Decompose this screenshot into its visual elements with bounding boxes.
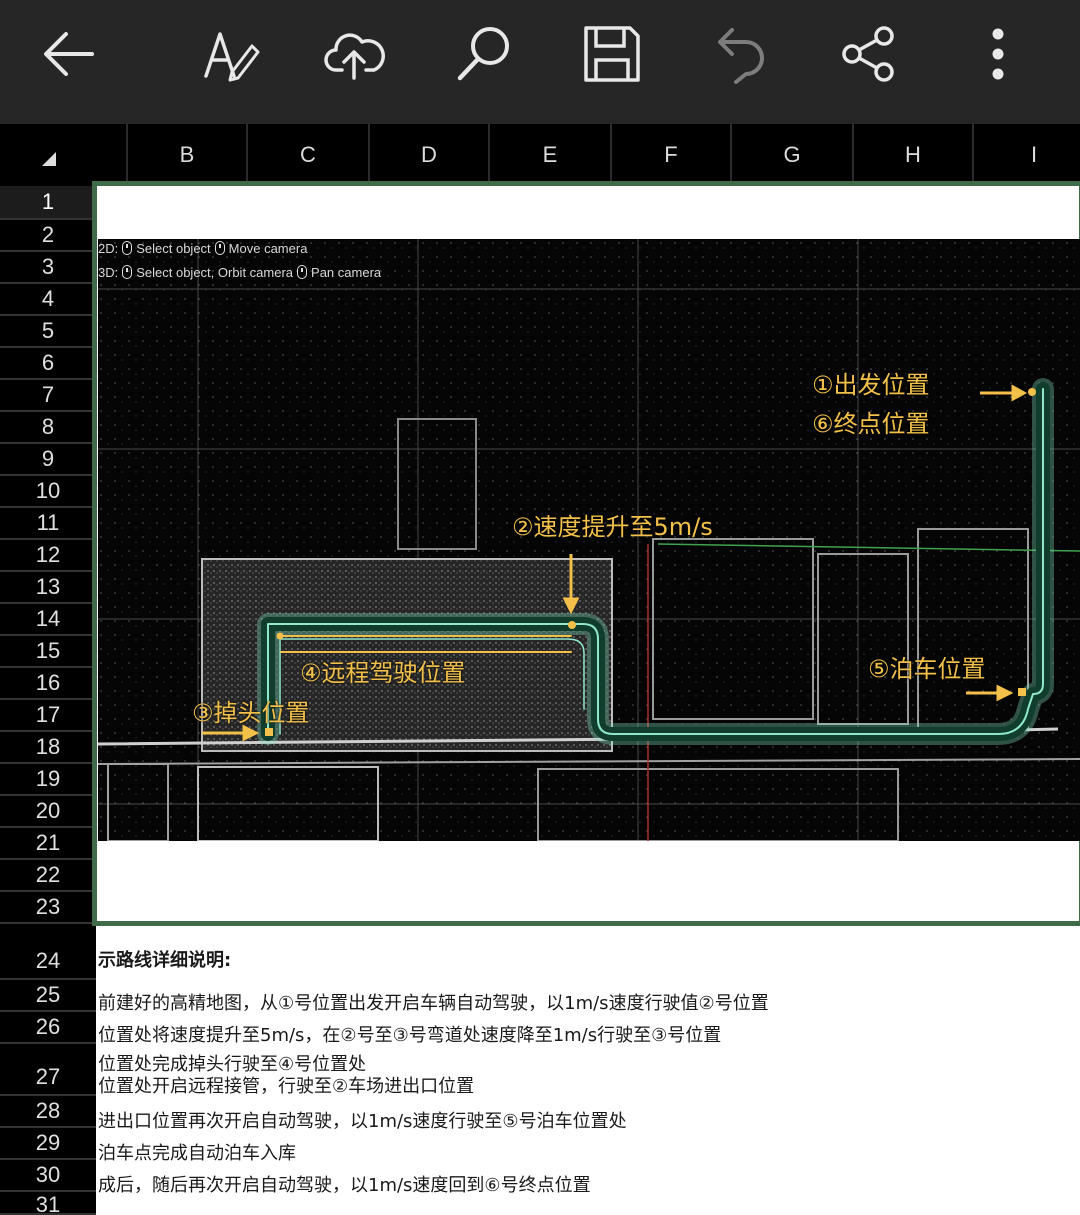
row-header-8[interactable]: 8 <box>0 412 96 444</box>
row-header-3[interactable]: 3 <box>0 252 96 284</box>
column-header-b[interactable]: B <box>126 124 246 186</box>
note-line-4[interactable]: 位置处开启远程接管，行驶至②车场进出口位置 <box>98 1072 474 1098</box>
mouse-left-icon <box>122 265 133 279</box>
save-button[interactable] <box>578 22 646 86</box>
note-line-2[interactable]: 位置处将速度提升至5m/s，在②号至③号弯道处速度降至1m/s行驶至③号位置 <box>98 1021 721 1047</box>
row-header-19[interactable]: 19 <box>0 764 96 796</box>
note-line-5[interactable]: 进出口位置再次开启自动驾驶，以1m/s速度行驶至⑤号泊车位置处 <box>98 1107 627 1133</box>
edit-text-button[interactable] <box>196 22 264 86</box>
row-header-15[interactable]: 15 <box>0 636 96 668</box>
mouse-right-icon <box>297 265 308 279</box>
column-header-d[interactable]: D <box>368 124 488 186</box>
row-header-24[interactable]: 24 <box>0 924 96 980</box>
row-header-12[interactable]: 12 <box>0 540 96 572</box>
label-parking-position: ⑤泊车位置 <box>868 655 986 683</box>
hint-3d: 3D: Select object, Orbit camera Pan camera <box>98 265 381 280</box>
note-line-6[interactable]: 泊车点完成自动泊车入库 <box>98 1139 296 1165</box>
hint-2d-prefix: 2D: <box>98 241 119 256</box>
share-icon <box>842 26 894 82</box>
row-header-17[interactable]: 17 <box>0 700 96 732</box>
notes-heading[interactable]: 示路线详细说明: <box>98 946 231 972</box>
label-speed-up-position: ②速度提升至5m/s <box>512 513 713 541</box>
row-header: 1 2 3 4 5 6 7 8 9 10 11 12 13 14 15 16 1… <box>0 186 96 1215</box>
column-header-e[interactable]: E <box>488 124 610 186</box>
hint-3d-prefix: 3D: <box>98 265 119 280</box>
row-header-4[interactable]: 4 <box>0 284 96 316</box>
row-header-6[interactable]: 6 <box>0 348 96 380</box>
more-vertical-icon <box>992 28 1004 80</box>
column-header-h[interactable]: H <box>852 124 972 186</box>
row-header-5[interactable]: 5 <box>0 316 96 348</box>
hint-3d-pan: Pan camera <box>311 265 382 280</box>
row-header-28[interactable]: 28 <box>0 1096 96 1128</box>
mouse-left-icon <box>122 241 133 255</box>
label-u-turn-position: ③掉头位置 <box>192 699 310 727</box>
cloud-upload-icon <box>324 33 385 80</box>
row-header-11[interactable]: 11 <box>0 508 96 540</box>
row-header-22[interactable]: 22 <box>0 860 96 892</box>
column-header-i[interactable]: I <box>972 124 1080 186</box>
row-header-16[interactable]: 16 <box>0 668 96 700</box>
hint-2d-move: Move camera <box>228 241 308 256</box>
more-button[interactable] <box>964 22 1032 86</box>
arrow-left-icon <box>44 32 94 76</box>
row-header-31[interactable]: 31 <box>0 1192 96 1215</box>
undo-icon <box>718 28 764 84</box>
column-header-f[interactable]: F <box>610 124 730 186</box>
row-header-13[interactable]: 13 <box>0 572 96 604</box>
row-header-25[interactable]: 25 <box>0 980 96 1012</box>
floppy-disk-icon <box>584 26 640 82</box>
share-button[interactable] <box>834 22 902 86</box>
select-all-corner[interactable] <box>0 124 96 186</box>
top-toolbar <box>0 0 1080 124</box>
row-header-27[interactable]: 27 <box>0 1044 96 1096</box>
upload-button[interactable] <box>320 22 388 86</box>
text-pen-icon <box>204 32 260 82</box>
row-header-7[interactable]: 7 <box>0 380 96 412</box>
note-line-7[interactable]: 成后，随后再次开启自动驾驶，以1m/s速度回到⑥号终点位置 <box>98 1171 591 1197</box>
row-header-21[interactable]: 21 <box>0 828 96 860</box>
label-start-position: ①出发位置 <box>812 371 930 399</box>
row-header-10[interactable]: 10 <box>0 476 96 508</box>
note-line-1[interactable]: 前建好的高精地图，从①号位置出发开启车辆自动驾驶，以1m/s速度行驶值②号位置 <box>98 989 769 1015</box>
column-header: B C D E F G H I <box>0 124 1080 186</box>
row-header-20[interactable]: 20 <box>0 796 96 828</box>
row-header-29[interactable]: 29 <box>0 1128 96 1160</box>
row-header-2[interactable]: 2 <box>0 220 96 252</box>
hint-2d: 2D: Select object Move camera <box>98 241 307 256</box>
row-header-23[interactable]: 23 <box>0 892 96 924</box>
column-header-c[interactable]: C <box>246 124 368 186</box>
undo-button[interactable] <box>706 22 774 86</box>
row-header-18[interactable]: 18 <box>0 732 96 764</box>
search-icon <box>457 27 509 81</box>
select-all-triangle-icon <box>42 152 56 166</box>
label-remote-driving-position: ④远程驾驶位置 <box>300 659 466 687</box>
label-end-position: ⑥终点位置 <box>812 410 930 438</box>
mouse-right-icon <box>214 241 225 255</box>
back-button[interactable] <box>34 22 102 86</box>
hint-3d-select: Select object, Orbit camera <box>136 265 294 280</box>
row-header-30[interactable]: 30 <box>0 1160 96 1192</box>
search-button[interactable] <box>450 22 518 86</box>
row-header-1[interactable]: 1 <box>0 186 96 220</box>
route-map-image: 2D: Select object Move camera 3D: Select ob… <box>98 239 1080 841</box>
column-header-g[interactable]: G <box>730 124 852 186</box>
row-header-26[interactable]: 26 <box>0 1012 96 1044</box>
row-header-14[interactable]: 14 <box>0 604 96 636</box>
row-header-9[interactable]: 9 <box>0 444 96 476</box>
hint-2d-select: Select object <box>136 241 211 256</box>
